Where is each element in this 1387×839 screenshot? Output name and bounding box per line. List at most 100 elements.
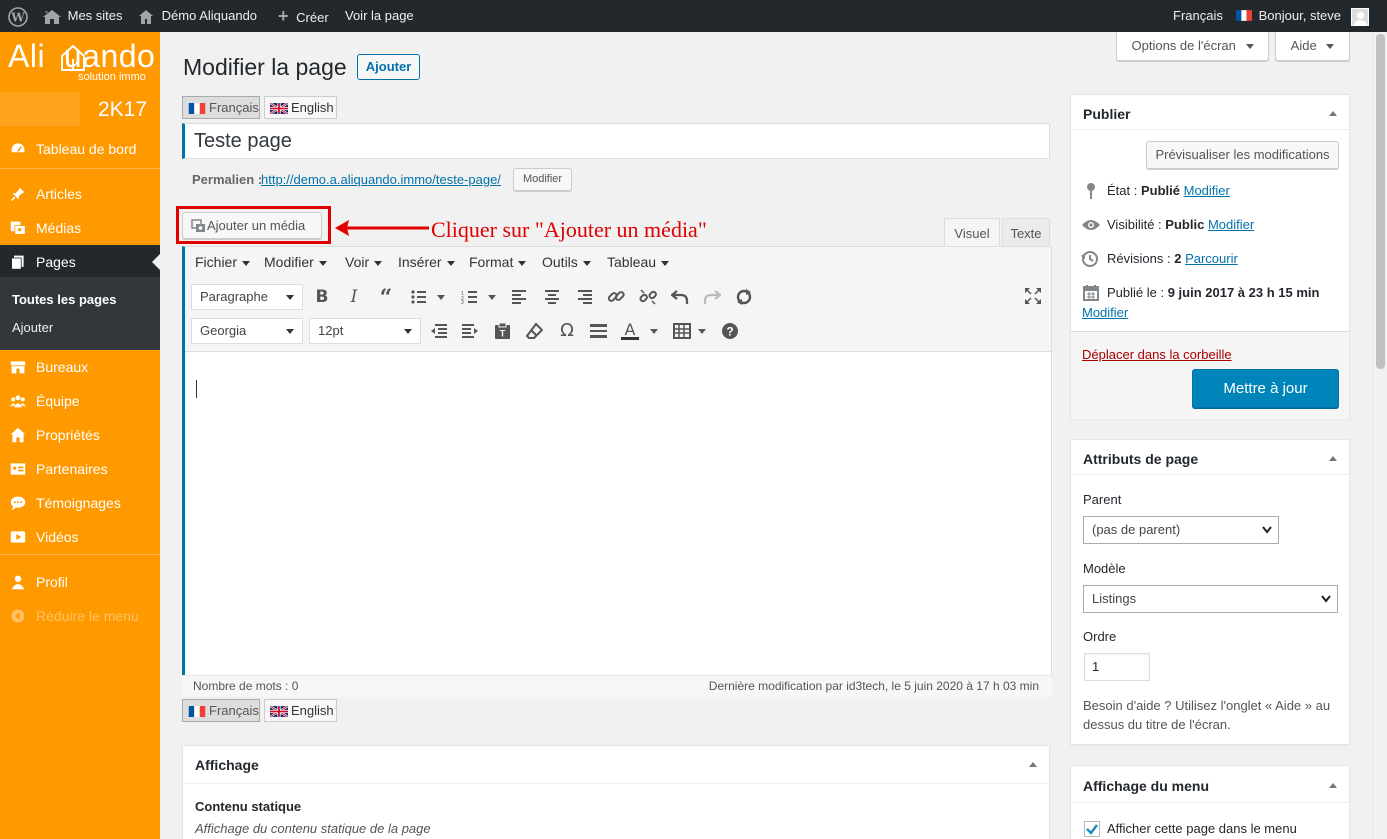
sidebar-item-partners[interactable]: Partenaires bbox=[0, 452, 160, 486]
scrollbar-thumb[interactable] bbox=[1376, 34, 1385, 369]
wordpress-logo-icon[interactable]: W bbox=[8, 0, 28, 32]
menubar-label: Voir bbox=[345, 254, 370, 270]
sidebar-item-team[interactable]: Équipe bbox=[0, 384, 160, 418]
table-icon[interactable] bbox=[673, 322, 709, 340]
move-to-trash-link[interactable]: Déplacer dans la corbeille bbox=[1082, 347, 1232, 362]
fullscreen-icon[interactable] bbox=[1024, 287, 1042, 305]
revisions-browse-link[interactable]: Parcourir bbox=[1185, 251, 1238, 266]
add-new-page-button[interactable]: Ajouter bbox=[357, 54, 420, 80]
text-color-icon[interactable]: A bbox=[620, 321, 660, 341]
font-family-select[interactable]: Georgia bbox=[191, 318, 303, 344]
align-right-icon[interactable] bbox=[576, 290, 592, 304]
sidebar-item-properties[interactable]: Propriétés bbox=[0, 418, 160, 452]
svg-text:A: A bbox=[625, 321, 636, 339]
editor-content-area[interactable] bbox=[185, 353, 1050, 671]
tab-visual[interactable]: Visuel bbox=[944, 218, 1000, 247]
submenu-add[interactable]: Ajouter bbox=[12, 320, 53, 335]
sidebar-item-pages[interactable]: Pages bbox=[0, 245, 160, 279]
clear-formatting-icon[interactable] bbox=[526, 322, 543, 340]
tab-text[interactable]: Texte bbox=[1002, 218, 1050, 247]
toggle-arrow-icon[interactable] bbox=[1329, 456, 1337, 461]
sidebar-item-label: Partenaires bbox=[36, 461, 108, 477]
outdent-icon[interactable] bbox=[430, 324, 447, 338]
caret-down-icon bbox=[242, 260, 251, 266]
template-select[interactable]: Listings bbox=[1083, 585, 1338, 613]
visibility-edit-link[interactable]: Modifier bbox=[1208, 217, 1254, 232]
link-icon[interactable] bbox=[607, 288, 625, 306]
undo-icon[interactable] bbox=[671, 288, 689, 306]
update-button[interactable]: Mettre à jour bbox=[1192, 369, 1339, 408]
add-media-button[interactable]: Ajouter un média bbox=[182, 212, 322, 239]
submenu-all-pages[interactable]: Toutes les pages bbox=[12, 292, 117, 307]
published-edit-link[interactable]: Modifier bbox=[1082, 305, 1128, 320]
screen-options-label: Options de l'écran bbox=[1131, 38, 1236, 53]
help-button[interactable]: Aide bbox=[1275, 32, 1350, 61]
order-input[interactable]: 1 bbox=[1084, 653, 1150, 681]
help-circle-icon[interactable]: ? bbox=[721, 322, 739, 340]
numbered-list-icon[interactable]: 123 bbox=[461, 290, 497, 304]
my-sites-menu[interactable]: Mes sites bbox=[42, 0, 123, 32]
show-in-menu-checkbox[interactable] bbox=[1084, 821, 1100, 837]
account-menu[interactable]: Bonjour, steve bbox=[1236, 0, 1369, 32]
lang-tab-en-bottom[interactable]: English bbox=[264, 699, 337, 722]
bullet-list-icon[interactable] bbox=[410, 290, 446, 304]
toggle-arrow-icon[interactable] bbox=[1029, 762, 1037, 767]
menubar-file[interactable]: Fichier bbox=[195, 254, 251, 270]
sidebar-item-media[interactable]: Médias bbox=[0, 211, 160, 245]
visibility-label: Visibilité : bbox=[1107, 217, 1166, 232]
sidebar-item-testimonials[interactable]: Témoignages bbox=[0, 486, 160, 520]
bold-icon[interactable]: B bbox=[312, 287, 332, 307]
caret-down-icon bbox=[446, 260, 455, 266]
menubar-label: Insérer bbox=[398, 254, 442, 270]
menubar-tools[interactable]: Outils bbox=[542, 254, 591, 270]
toggle-arrow-icon[interactable] bbox=[1329, 111, 1337, 116]
redo-icon[interactable] bbox=[703, 288, 721, 306]
lang-tab-fr-bottom[interactable]: Français bbox=[182, 699, 260, 722]
sidebar-item-profile[interactable]: Profil bbox=[0, 565, 160, 599]
unlink-icon[interactable] bbox=[639, 288, 657, 306]
lang-tab-en[interactable]: English bbox=[264, 96, 337, 119]
menubar-table[interactable]: Tableau bbox=[607, 254, 670, 270]
view-page-link[interactable]: Voir la page bbox=[345, 0, 414, 32]
sidebar-item-articles[interactable]: Articles bbox=[0, 177, 160, 211]
font-size-select[interactable]: 12pt bbox=[309, 318, 421, 344]
sidebar-item-offices[interactable]: Bureaux bbox=[0, 350, 160, 384]
language-switcher[interactable]: Français bbox=[1173, 0, 1223, 32]
caret-down-icon bbox=[582, 260, 591, 266]
menubar-insert[interactable]: Insérer bbox=[398, 254, 455, 270]
word-count: Nombre de mots : 0 bbox=[193, 679, 299, 693]
last-modified: Dernière modification par id3tech, le 5 … bbox=[708, 679, 1039, 693]
site-name-menu[interactable]: Démo Aliquando bbox=[138, 0, 257, 32]
sidebar-item-dashboard[interactable]: Tableau de bord bbox=[0, 132, 160, 166]
align-center-icon[interactable] bbox=[544, 290, 560, 304]
sidebar-item-videos[interactable]: Vidéos bbox=[0, 520, 160, 554]
special-character-icon[interactable]: Ω bbox=[557, 321, 577, 341]
lang-tab-label: Français bbox=[209, 703, 259, 718]
indent-icon[interactable] bbox=[462, 324, 479, 338]
annotation-text: Cliquer sur "Ajouter un média" bbox=[431, 217, 707, 242]
screen-options-button[interactable]: Options de l'écran bbox=[1116, 32, 1269, 61]
italic-icon[interactable]: I bbox=[344, 287, 364, 307]
toggle-arrow-icon[interactable] bbox=[1329, 783, 1337, 788]
menubar-view[interactable]: Voir bbox=[345, 254, 383, 270]
page-scrollbar[interactable] bbox=[1372, 32, 1387, 839]
permalink-link[interactable]: http://demo.a.aliquando.immo/teste-page/ bbox=[261, 172, 501, 187]
sidebar-collapse-menu[interactable]: Réduire le menu bbox=[0, 599, 160, 633]
lang-tab-fr[interactable]: Français bbox=[182, 96, 260, 119]
paste-text-icon[interactable]: T bbox=[494, 322, 511, 340]
status-edit-link[interactable]: Modifier bbox=[1184, 183, 1230, 198]
revisions-row: Révisions : 2 Parcourir bbox=[1107, 251, 1238, 266]
menubar-edit[interactable]: Modifier bbox=[264, 254, 327, 270]
create-menu[interactable]: + Créer bbox=[278, 0, 329, 32]
attributes-title: Attributs de page bbox=[1083, 451, 1199, 467]
preview-changes-button[interactable]: Prévisualiser les modifications bbox=[1146, 141, 1339, 169]
format-select[interactable]: Paragraphe bbox=[191, 284, 303, 310]
align-left-icon[interactable] bbox=[512, 290, 528, 304]
permalink-edit-button[interactable]: Modifier bbox=[513, 168, 572, 191]
horizontal-line-icon[interactable] bbox=[590, 324, 607, 338]
post-title-input[interactable]: Teste page bbox=[182, 123, 1050, 159]
blockquote-icon[interactable]: “ bbox=[376, 287, 396, 309]
refresh-icon[interactable] bbox=[735, 288, 753, 306]
parent-select[interactable]: (pas de parent) bbox=[1083, 516, 1279, 544]
menubar-format[interactable]: Format bbox=[469, 254, 527, 270]
